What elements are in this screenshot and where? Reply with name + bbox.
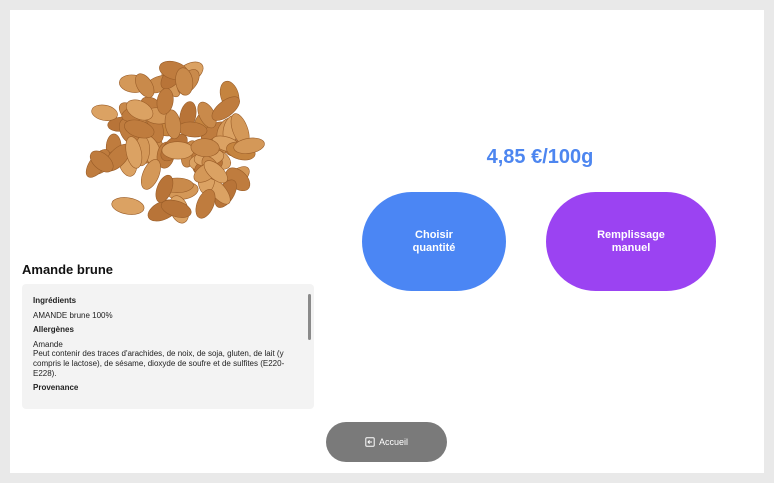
product-info-content: Ingrédients AMANDE brune 100% Allergènes…	[33, 296, 295, 398]
info-scrollbar[interactable]	[308, 294, 311, 340]
product-info-panel: Ingrédients AMANDE brune 100% Allergènes…	[22, 284, 314, 409]
info-text: Amande Peut contenir des traces d'arachi…	[33, 339, 285, 378]
kiosk-screen: Amande brune Ingrédients AMANDE brune 10…	[10, 10, 764, 473]
home-button[interactable]: Accueil	[326, 422, 447, 462]
price-per-100g: 4,85 €/100g	[486, 146, 594, 168]
info-heading: Allergènes	[33, 325, 74, 335]
choose-quantity-button[interactable]: Choisir quantité	[362, 192, 506, 291]
almonds-image	[85, 60, 265, 224]
almond	[111, 197, 145, 215]
info-text: AMANDE brune 100%	[33, 310, 113, 320]
almond	[161, 141, 195, 160]
product-name: Amande brune	[22, 262, 114, 277]
info-section-allergens: Allergènes Amande Peut contenir des trac…	[33, 325, 295, 378]
info-section-ingredients: Ingrédients AMANDE brune 100%	[33, 296, 295, 320]
home-button-label: Accueil	[378, 437, 408, 447]
exit-icon	[365, 437, 375, 447]
manual-fill-button[interactable]: Remplissage manuel	[546, 192, 716, 291]
info-section-origin: Provenance	[33, 383, 295, 393]
info-heading: Provenance	[33, 383, 79, 393]
info-heading: Ingrédients	[33, 296, 77, 305]
